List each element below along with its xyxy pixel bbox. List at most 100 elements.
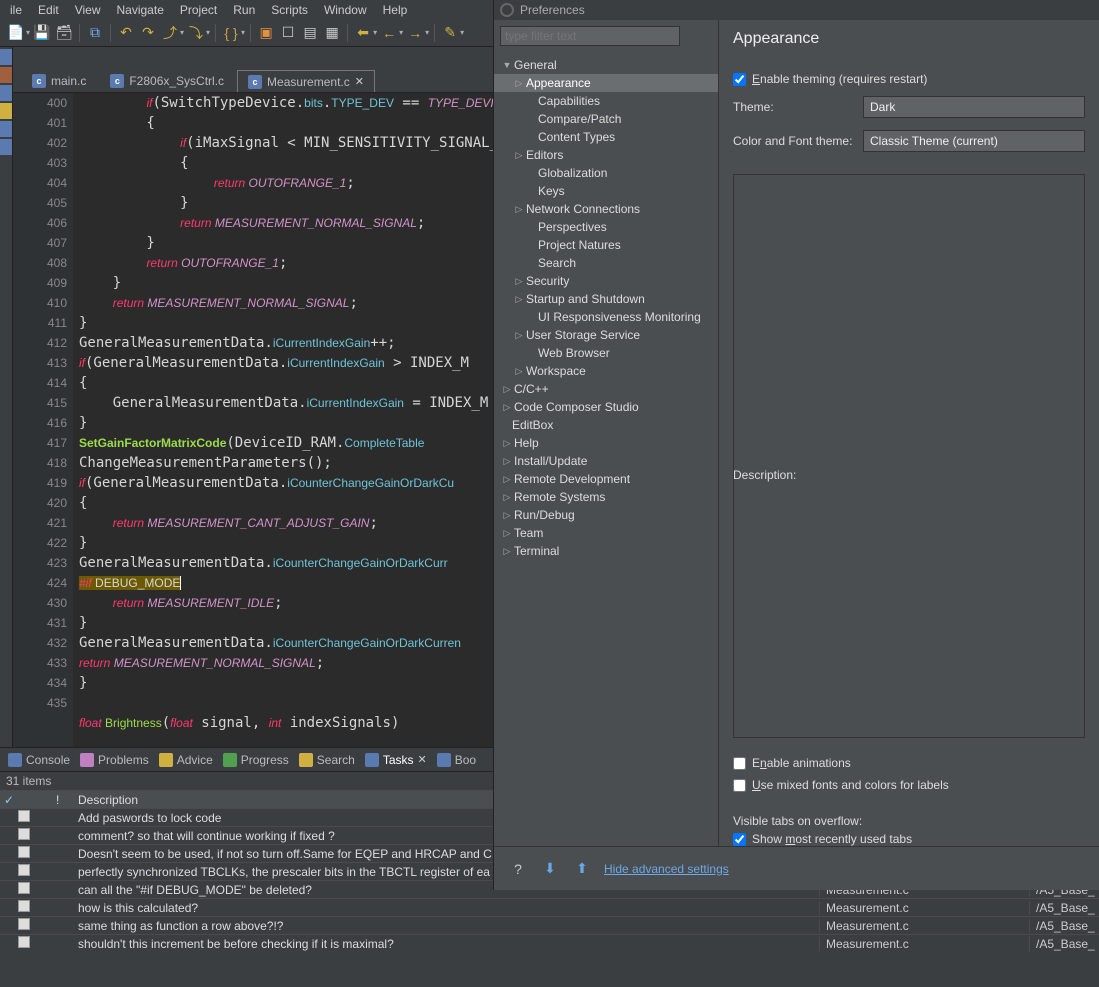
tree-item-code-composer-studio[interactable]: ▷Code Composer Studio xyxy=(494,398,718,416)
menu-edit[interactable]: Edit xyxy=(30,1,67,19)
bottom-tab-progress[interactable]: Progress xyxy=(223,753,289,767)
toggle3-icon[interactable]: ▦ xyxy=(322,23,342,43)
export-icon[interactable]: ⬆ xyxy=(572,859,592,879)
bottom-tab-problems[interactable]: Problems xyxy=(80,753,149,767)
expand-icon[interactable]: ▷ xyxy=(512,78,526,89)
back-icon[interactable]: ⬅ xyxy=(353,23,373,43)
toggle1-icon[interactable]: ☐ xyxy=(278,23,298,43)
tree-item-keys[interactable]: Keys xyxy=(494,182,718,200)
menu-help[interactable]: Help xyxy=(375,1,416,19)
expand-icon[interactable]: ▷ xyxy=(500,510,514,521)
menu-navigate[interactable]: Navigate xyxy=(109,1,172,19)
task-checkbox[interactable] xyxy=(18,810,30,822)
expand-icon[interactable]: ▷ xyxy=(500,438,514,449)
tree-item-search[interactable]: Search xyxy=(494,254,718,272)
expand-icon[interactable]: ▷ xyxy=(500,402,514,413)
font-theme-dropdown[interactable]: Classic Theme (current) xyxy=(863,130,1085,152)
switch-icon[interactable]: ⧉ xyxy=(85,23,105,43)
expand-icon[interactable]: ▷ xyxy=(500,546,514,557)
task-row[interactable]: how is this calculated?Measurement.c/A5_… xyxy=(0,898,1099,916)
expand-icon[interactable]: ▷ xyxy=(512,276,526,287)
menu-scripts[interactable]: Scripts xyxy=(263,1,316,19)
tree-item-install-update[interactable]: ▷Install/Update xyxy=(494,452,718,470)
tree-item-capabilities[interactable]: Capabilities xyxy=(494,92,718,110)
expand-icon[interactable]: ▷ xyxy=(500,492,514,503)
braces-icon[interactable]: { } xyxy=(221,23,241,43)
help-icon[interactable]: ? xyxy=(508,859,528,879)
expand-icon[interactable]: ▷ xyxy=(512,150,526,161)
expand-icon[interactable]: ▷ xyxy=(500,384,514,395)
task-checkbox[interactable] xyxy=(18,882,30,894)
bottom-tab-advice[interactable]: Advice xyxy=(159,753,213,767)
tree-item-ui-responsiveness-monitoring[interactable]: UI Responsiveness Monitoring xyxy=(494,308,718,326)
tree-item-general[interactable]: ▼General xyxy=(494,56,718,74)
tree-item-compare-patch[interactable]: Compare/Patch xyxy=(494,110,718,128)
editor-tab-Measurement.c[interactable]: cMeasurement.c✕ xyxy=(237,70,375,92)
menu-ile[interactable]: ile xyxy=(2,1,30,19)
task-row[interactable]: shouldn't this increment be before check… xyxy=(0,934,1099,952)
menu-run[interactable]: Run xyxy=(225,1,263,19)
menu-project[interactable]: Project xyxy=(172,1,225,19)
menu-window[interactable]: Window xyxy=(316,1,375,19)
tree-item-network-connections[interactable]: ▷Network Connections xyxy=(494,200,718,218)
tree-item-perspectives[interactable]: Perspectives xyxy=(494,218,718,236)
tree-item-remote-development[interactable]: ▷Remote Development xyxy=(494,470,718,488)
tree-item-workspace[interactable]: ▷Workspace xyxy=(494,362,718,380)
expand-icon[interactable]: ▷ xyxy=(500,456,514,467)
tree-item-c-c-[interactable]: ▷C/C++ xyxy=(494,380,718,398)
tree-item-globalization[interactable]: Globalization xyxy=(494,164,718,182)
task-checkbox[interactable] xyxy=(18,936,30,948)
bottom-tab-boo[interactable]: Boo xyxy=(437,753,476,767)
left-icon[interactable]: ← xyxy=(379,23,399,43)
drop1-icon[interactable]: ⤴ xyxy=(160,23,180,43)
expand-icon[interactable]: ▷ xyxy=(512,330,526,341)
save-all-icon[interactable]: 🗃 xyxy=(54,23,74,43)
pencil-icon[interactable]: ✎ xyxy=(440,23,460,43)
close-icon[interactable]: ✕ xyxy=(355,75,364,88)
task-checkbox[interactable] xyxy=(18,918,30,930)
tree-item-security[interactable]: ▷Security xyxy=(494,272,718,290)
tree-item-project-natures[interactable]: Project Natures xyxy=(494,236,718,254)
expand-icon[interactable]: ▷ xyxy=(500,528,514,539)
filter-input[interactable] xyxy=(500,26,680,46)
tree-item-help[interactable]: ▷Help xyxy=(494,434,718,452)
tree-item-web-browser[interactable]: Web Browser xyxy=(494,344,718,362)
enable-theming-checkbox[interactable] xyxy=(733,73,746,86)
expand-icon[interactable]: ▼ xyxy=(500,60,514,70)
theme-dropdown[interactable]: Dark xyxy=(863,96,1085,118)
close-icon[interactable]: ✕ xyxy=(418,753,427,766)
task-checkbox[interactable] xyxy=(18,864,30,876)
tree-item-editors[interactable]: ▷Editors xyxy=(494,146,718,164)
toggle2-icon[interactable]: ▤ xyxy=(300,23,320,43)
drop2-icon[interactable]: ⤵ xyxy=(186,23,206,43)
expand-icon[interactable]: ▷ xyxy=(500,474,514,485)
expand-icon[interactable]: ▷ xyxy=(512,294,526,305)
tree-item-appearance[interactable]: ▷Appearance xyxy=(494,74,718,92)
most-recent-checkbox[interactable] xyxy=(733,833,746,846)
task-checkbox[interactable] xyxy=(18,900,30,912)
editor-tab-F2806x_SysCtrl.c[interactable]: cF2806x_SysCtrl.c xyxy=(99,70,235,92)
tree-item-startup-and-shutdown[interactable]: ▷Startup and Shutdown xyxy=(494,290,718,308)
expand-icon[interactable]: ▷ xyxy=(512,366,526,377)
task-checkbox[interactable] xyxy=(18,846,30,858)
task-row[interactable]: same thing as function a row above?!?Mea… xyxy=(0,916,1099,934)
undo-icon[interactable]: ↶ xyxy=(116,23,136,43)
right-icon[interactable]: → xyxy=(405,23,425,43)
bottom-tab-search[interactable]: Search xyxy=(299,753,355,767)
tree-item-editbox[interactable]: EditBox xyxy=(494,416,718,434)
hide-advanced-link[interactable]: Hide advanced settings xyxy=(604,862,729,876)
new-icon[interactable]: 📄 xyxy=(6,23,26,43)
menu-view[interactable]: View xyxy=(67,1,109,19)
mixed-fonts-checkbox[interactable] xyxy=(733,779,746,792)
import-icon[interactable]: ⬇ xyxy=(540,859,560,879)
save-icon[interactable]: 💾 xyxy=(32,23,52,43)
tree-item-terminal[interactable]: ▷Terminal xyxy=(494,542,718,560)
task-checkbox[interactable] xyxy=(18,828,30,840)
tree-item-user-storage-service[interactable]: ▷User Storage Service xyxy=(494,326,718,344)
enable-animations-checkbox[interactable] xyxy=(733,757,746,770)
tree-item-remote-systems[interactable]: ▷Remote Systems xyxy=(494,488,718,506)
bottom-tab-console[interactable]: Console xyxy=(8,753,70,767)
tree-item-run-debug[interactable]: ▷Run/Debug xyxy=(494,506,718,524)
block-icon[interactable]: ▣ xyxy=(256,23,276,43)
editor-tab-main.c[interactable]: cmain.c xyxy=(21,70,97,92)
